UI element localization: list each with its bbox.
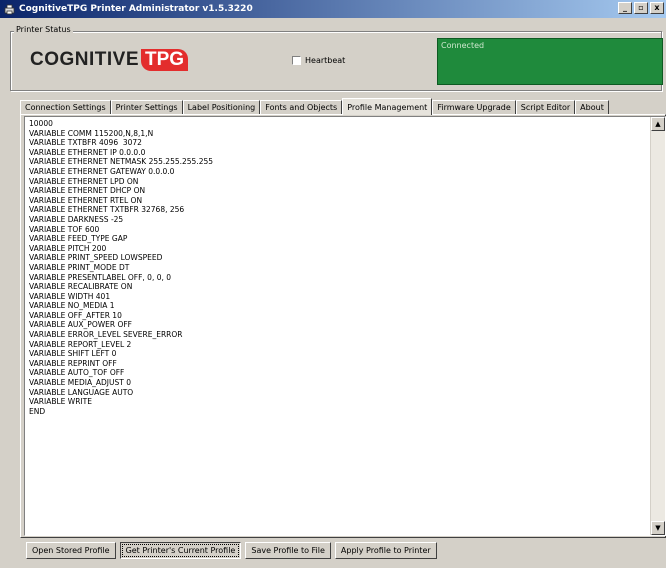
profile-line: VARIABLE OFF_AFTER 10	[29, 310, 122, 320]
profile-line: VARIABLE REPRINT OFF	[29, 358, 117, 368]
profile-line: VARIABLE PRINT_MODE DT	[29, 262, 130, 272]
connection-status-text: Connected	[441, 41, 485, 50]
heartbeat-label: Heartbeat	[305, 56, 346, 65]
cognitivetpg-logo: COGNITIVE TPG	[30, 47, 198, 73]
profile-line: VARIABLE MEDIA_ADJUST 0	[29, 378, 131, 388]
connection-status-panel: Connected	[437, 38, 663, 85]
printer-status-label: Printer Status	[14, 25, 73, 34]
profile-line: VARIABLE NO_MEDIA 1	[29, 301, 115, 311]
profile-action-bar: Open Stored Profile Get Printer's Curren…	[26, 542, 437, 559]
profile-line: VARIABLE LANGUAGE AUTO	[29, 387, 134, 397]
tab-script-editor[interactable]: Script Editor	[515, 100, 576, 114]
profile-line: VARIABLE ERROR_LEVEL SEVERE_ERROR	[29, 330, 183, 340]
printer-app-icon	[4, 4, 15, 15]
profile-text-editor[interactable]: 10000 VARIABLE COMM 115200,N,8,1,N VARIABL…	[24, 116, 666, 536]
profile-line: VARIABLE REPORT_LEVEL 2	[29, 339, 132, 349]
logo-main-text: COGNITIVE	[30, 49, 140, 70]
profile-line: VARIABLE TXTBFR 4096 3072	[29, 138, 142, 148]
profile-line: VARIABLE AUTO_TOF OFF	[29, 368, 125, 378]
profile-line: VARIABLE PITCH 200	[29, 243, 107, 253]
heartbeat-checkbox[interactable]: Heartbeat	[292, 56, 345, 65]
profile-line: 10000	[29, 119, 53, 128]
tab-firmware-upgrade[interactable]: Firmware Upgrade	[432, 100, 516, 114]
title-bar[interactable]: CognitiveTPG Printer Administrator v1.5.…	[0, 0, 666, 18]
tab-about[interactable]: About	[575, 100, 609, 114]
profile-line: VARIABLE ETHERNET DHCP ON	[29, 186, 146, 196]
scroll-down-button[interactable]: ▼	[651, 521, 665, 535]
tab-fonts-and-objects[interactable]: Fonts and Objects	[260, 100, 343, 114]
profile-line: VARIABLE PRESENTLABEL OFF, 0, 0, 0	[29, 272, 172, 282]
window-controls: _ ▫ x	[618, 2, 664, 14]
profile-line: VARIABLE WIDTH 401	[29, 291, 111, 301]
profile-line: VARIABLE ETHERNET IP 0.0.0.0	[29, 147, 146, 157]
get-current-profile-button[interactable]: Get Printer's Current Profile	[119, 542, 242, 559]
tab-label-positioning[interactable]: Label Positioning	[182, 100, 261, 114]
minimize-button[interactable]: _	[618, 2, 632, 14]
profile-line: VARIABLE ETHERNET RTEL ON	[29, 195, 143, 205]
profile-line: VARIABLE ETHERNET TXTBFR 32768, 256	[29, 205, 185, 215]
tab-strip: Connection Settings Printer Settings Lab…	[20, 98, 609, 115]
profile-line: VARIABLE PRINT_SPEED LOWSPEED	[29, 253, 163, 263]
profile-line: VARIABLE ETHERNET GATEWAY 0.0.0.0	[29, 166, 175, 176]
profile-line: VARIABLE DARKNESS -25	[29, 214, 124, 224]
logo-accent-text: TPG	[141, 49, 189, 71]
profile-line: VARIABLE WRITE	[29, 397, 92, 407]
profile-text-content: 10000 VARIABLE COMM 115200,N,8,1,N VARIABL…	[29, 119, 213, 416]
close-button[interactable]: x	[650, 2, 664, 14]
tab-printer-settings[interactable]: Printer Settings	[110, 100, 183, 114]
profile-line: VARIABLE SHIFT LEFT 0	[29, 349, 117, 359]
profile-line: VARIABLE RECALIBRATE ON	[29, 282, 133, 292]
open-stored-profile-button[interactable]: Open Stored Profile	[26, 542, 116, 559]
apply-profile-button[interactable]: Apply Profile to Printer	[334, 542, 437, 559]
tab-connection-settings[interactable]: Connection Settings	[20, 100, 111, 114]
profile-line: VARIABLE FEED_TYPE GAP	[29, 234, 128, 244]
restore-button[interactable]: ▫	[634, 2, 648, 14]
scroll-up-button[interactable]: ▲	[651, 117, 665, 131]
vertical-scrollbar[interactable]: ▲ ▼	[650, 117, 665, 535]
profile-line: VARIABLE TOF 600	[29, 224, 100, 234]
profile-line: VARIABLE COMM 115200,N,8,1,N	[29, 128, 154, 138]
profile-line: VARIABLE AUX_POWER OFF	[29, 320, 132, 330]
window-title: CognitiveTPG Printer Administrator v1.5.…	[19, 4, 253, 14]
save-profile-button[interactable]: Save Profile to File	[245, 542, 331, 559]
profile-line: VARIABLE ETHERNET NETMASK 255.255.255.25…	[29, 157, 214, 167]
profile-line: END	[29, 406, 46, 416]
heartbeat-checkbox-box[interactable]	[292, 56, 301, 65]
profile-line: VARIABLE ETHERNET LPD ON	[29, 176, 139, 186]
tab-profile-management[interactable]: Profile Management	[342, 98, 433, 115]
